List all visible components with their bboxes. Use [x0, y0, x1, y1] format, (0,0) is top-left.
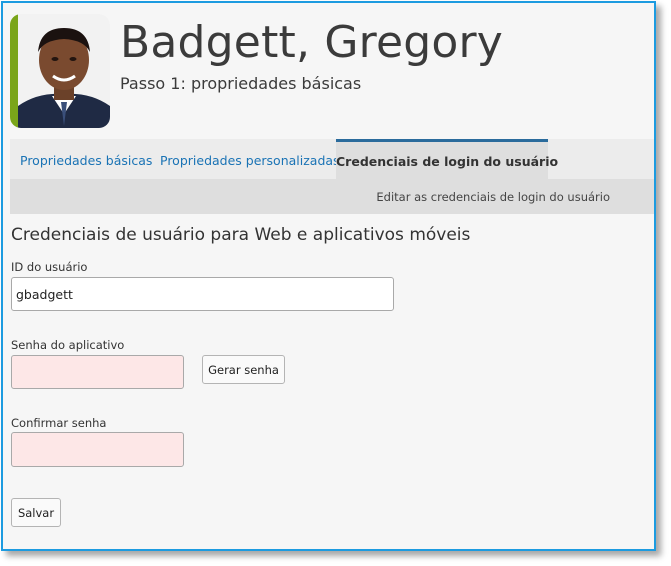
tab-custom-properties[interactable]: Propriedades personalizadas [160, 139, 340, 179]
section-title: Credenciais de usuário para Web e aplica… [11, 225, 471, 245]
app-password-label: Senha do aplicativo [11, 338, 125, 352]
save-button[interactable]: Salvar [11, 498, 61, 527]
tab-basic-properties[interactable]: Propriedades básicas [20, 139, 152, 179]
step-subtitle: Passo 1: propriedades básicas [120, 74, 362, 93]
user-id-label: ID do usuário [11, 260, 88, 274]
user-name-heading: Badgett, Gregory [120, 17, 504, 68]
tab-login-credentials[interactable]: Credenciais de login do usuário [336, 139, 558, 179]
app-password-input[interactable] [11, 355, 184, 389]
generate-password-button[interactable]: Gerar senha [202, 355, 285, 384]
sub-toolbar-label: Editar as credenciais de login do usuári… [376, 190, 610, 204]
user-photo-icon [18, 14, 110, 128]
tab-bar: Propriedades básicas Propriedades person… [10, 139, 654, 179]
window-frame: Badgett, Gregory Passo 1: propriedades b… [1, 1, 656, 551]
user-id-input[interactable] [11, 277, 394, 311]
avatar [10, 14, 110, 128]
confirm-password-input[interactable] [11, 432, 184, 467]
sub-toolbar: Editar as credenciais de login do usuári… [10, 179, 654, 214]
avatar-accent-stripe [10, 14, 18, 128]
confirm-password-label: Confirmar senha [11, 416, 107, 430]
